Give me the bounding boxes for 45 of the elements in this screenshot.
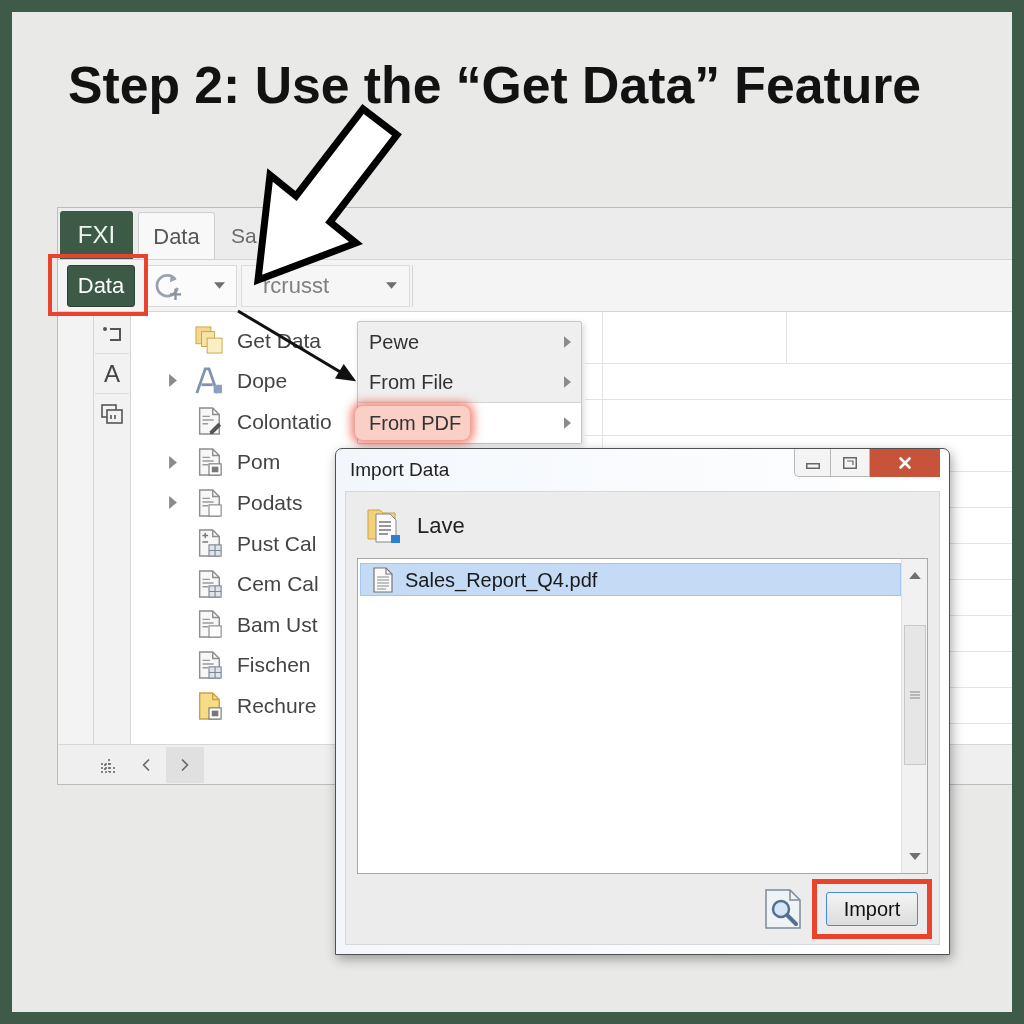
tree-item[interactable]: Pust Cal [165,525,317,562]
dropdown[interactable]: rcrusst [241,264,410,307]
tree-item[interactable]: Podats [165,484,303,521]
scrollbar-thumb[interactable] [903,625,926,765]
restore-icon [843,456,857,469]
tree-item[interactable]: Rechure [165,687,317,724]
icon-dropdown[interactable] [145,264,237,307]
menu-item[interactable]: From PDF [358,403,581,443]
bracket-icon [102,325,122,342]
location-label: Lave [417,511,465,540]
stacked-files-icon [195,326,223,355]
close-icon [896,454,914,472]
folder-document-icon [367,506,401,544]
data-button[interactable]: Data [67,264,135,307]
caret-icon [214,282,225,289]
menu-item[interactable]: Pewe [358,322,581,362]
document-search-icon [765,889,801,929]
file-row[interactable]: Sales_Report_Q4.pdf [360,563,901,596]
scroll-down-icon [908,853,921,860]
tree-item[interactable]: Colontatio [165,403,332,440]
rail-letter[interactable]: A [104,361,120,386]
minimize-button[interactable] [794,449,831,477]
step-title: Step 2: Use the “Get Data” Feature [68,55,922,115]
tab[interactable]: Sa [231,212,257,259]
document-icon [373,566,393,593]
grip-icon [909,691,920,699]
tree-item[interactable]: Dope [165,362,288,399]
tree-item[interactable]: Fischen [165,647,311,684]
close-button[interactable] [870,449,940,477]
dotted-grid-icon [100,756,116,773]
dialog-title: Import Data [350,457,450,482]
frame-icon [101,404,123,424]
scrollbar[interactable] [901,559,927,873]
menu-item[interactable]: From File [358,362,581,402]
tree-item[interactable]: Bam Ust [165,606,318,643]
restore-button[interactable] [831,449,870,477]
tab[interactable]: Data [138,212,215,259]
font-icon [195,366,223,395]
minimize-icon [805,462,820,469]
import-button[interactable]: Import [826,892,918,926]
tab[interactable]: FXI [60,211,133,259]
tree-item[interactable]: Cem Cal [165,565,319,602]
caret-icon [386,282,397,289]
tree-item[interactable]: Pom [165,444,281,481]
scroll-up-icon [908,572,921,579]
